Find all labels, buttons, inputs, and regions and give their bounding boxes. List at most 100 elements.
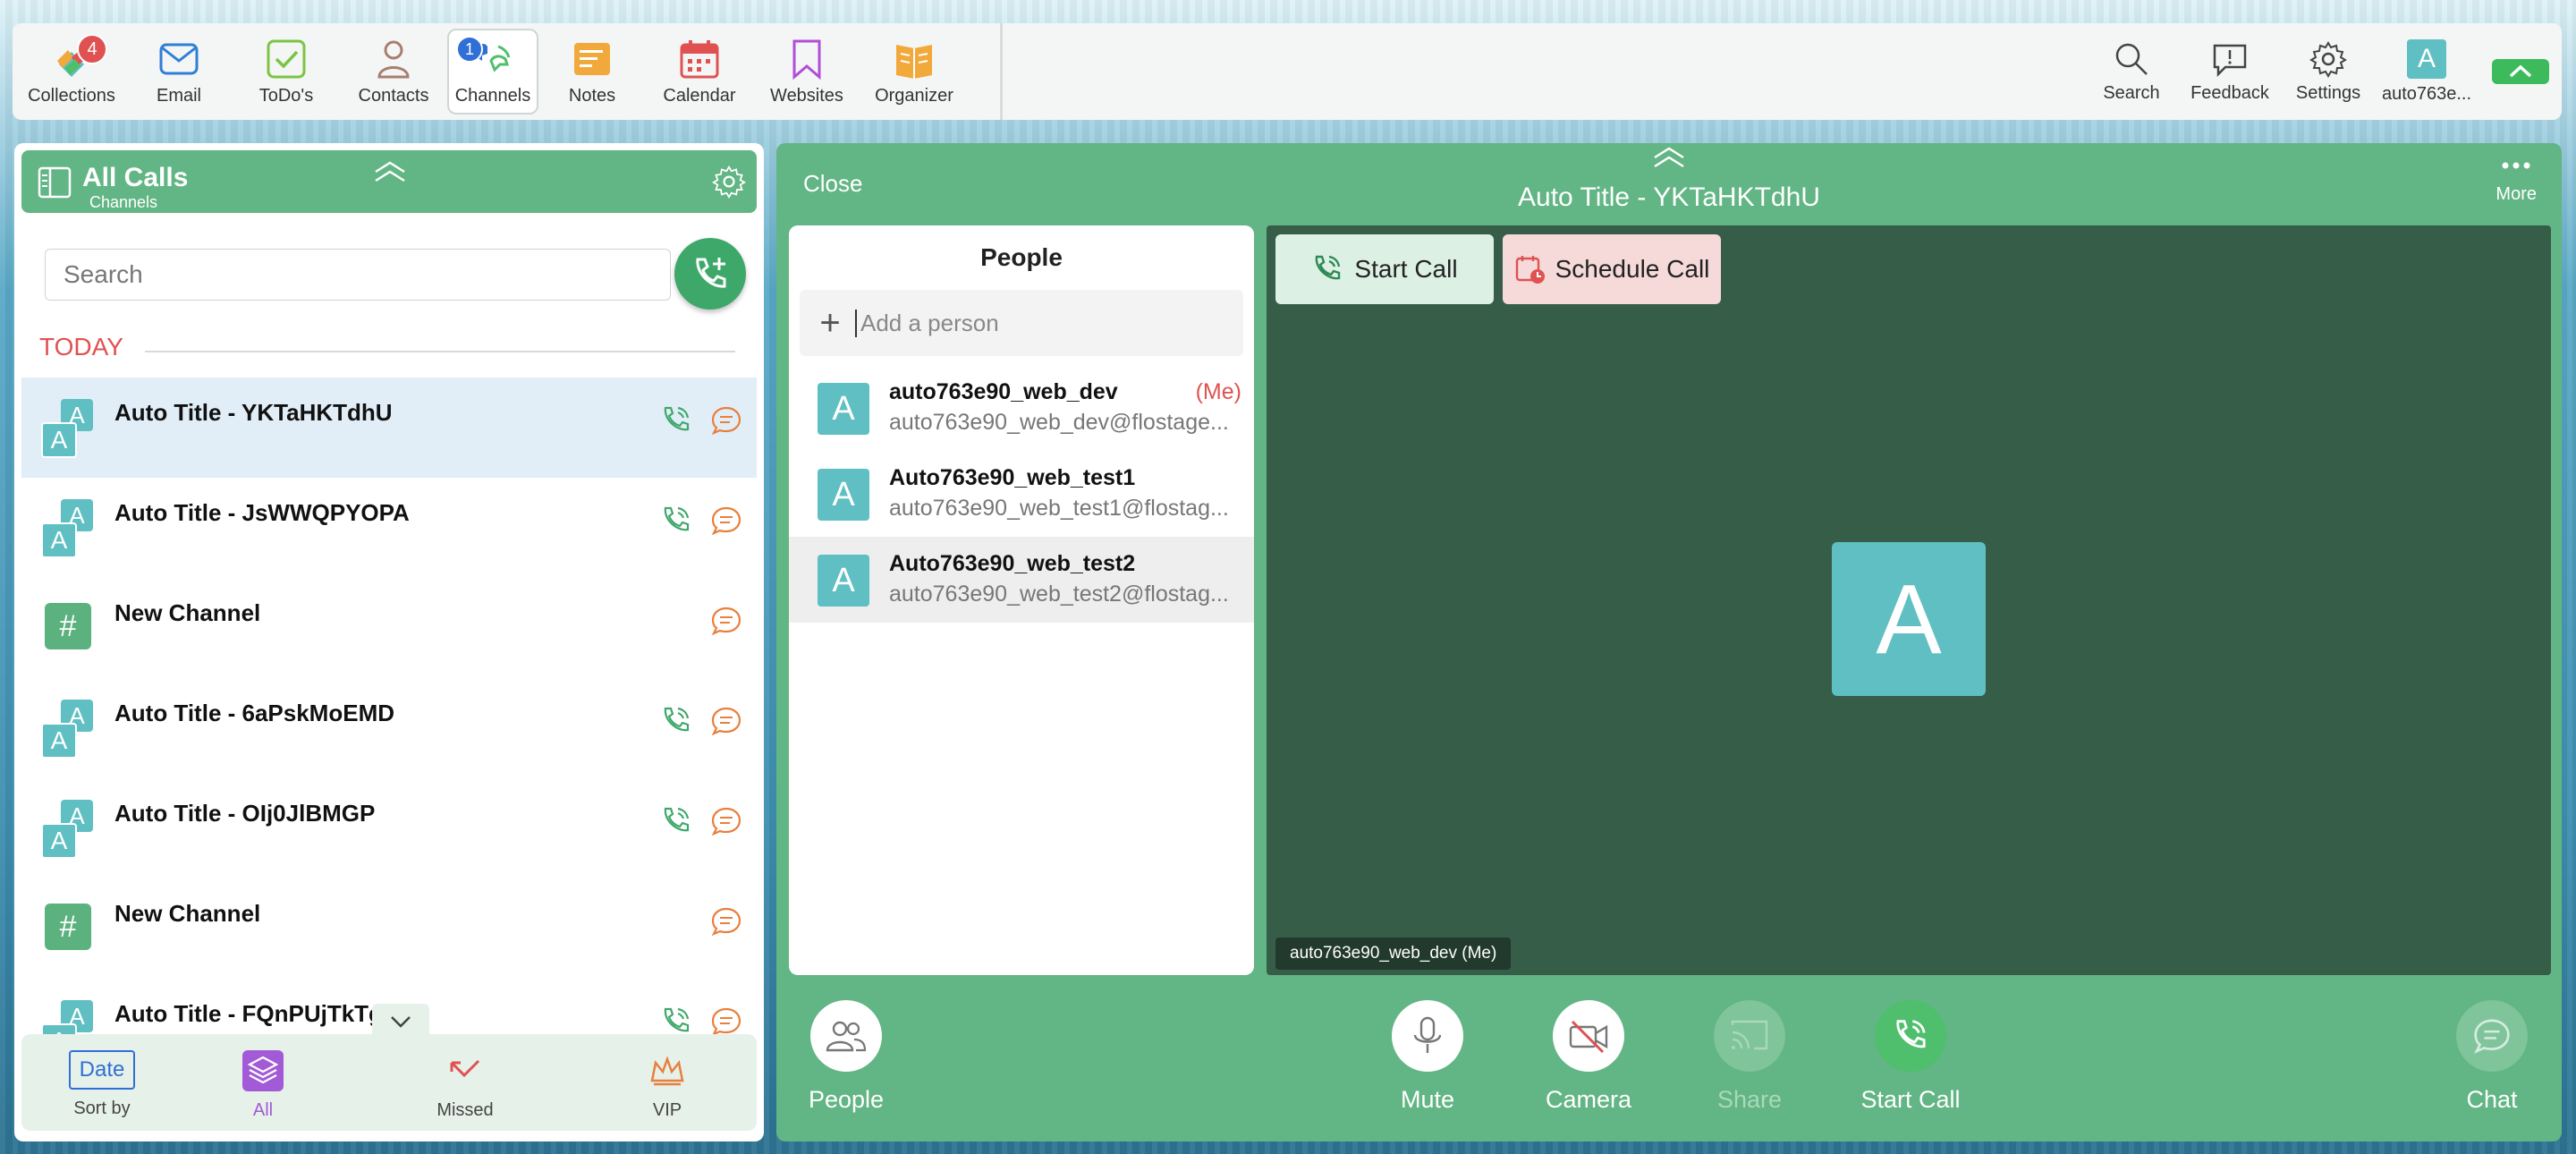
participant-name: Auto763e90_web_test1 [889,465,1136,490]
chat-icon[interactable] [710,805,742,837]
list-item[interactable]: AA Auto Title - 6aPskMoEMD [21,678,757,778]
camera-button[interactable] [1553,1000,1624,1072]
calendar-clock-icon [1515,256,1545,284]
filter-vip-label: VIP [652,1100,682,1120]
list-item-title: New Channel [114,900,261,927]
list-item[interactable]: AA Auto Title - JsWWQPYOPA [21,478,757,578]
phone-icon [1896,1020,1926,1048]
chevron-down-icon [391,1016,411,1028]
list-item-title: Auto Title - FQnPUjTkTg [114,1000,383,1027]
phone-icon[interactable] [660,404,692,437]
start-call-control[interactable]: Start Call [1852,1000,1969,1114]
people-control-button[interactable] [810,1000,882,1072]
chat-icon[interactable] [710,905,742,938]
sort-by-button[interactable]: Date Sort by [48,1050,156,1119]
sort-value: Date [69,1050,135,1090]
mute-button[interactable] [1392,1000,1463,1072]
mute-label: Mute [1400,1086,1455,1113]
phone-icon[interactable] [660,805,692,837]
channels-badge: 1 [456,36,483,63]
add-call-icon [696,258,726,288]
app-label: Websites [770,85,843,106]
section-label: TODAY [39,333,123,361]
start-call-label: Start Call [1354,255,1458,283]
people-card: People + Add a person A auto763e90_web_d… [789,225,1254,975]
app-label: Collections [28,85,115,106]
settings-button[interactable]: Settings [2279,40,2377,104]
participant-row[interactable]: A auto763e90_web_dev (Me) auto763e90_web… [789,365,1254,451]
app-organizer[interactable]: Organizer [860,29,968,115]
participant-email: auto763e90_web_test2@flostag... [889,581,1229,607]
phone-icon[interactable] [660,505,692,537]
chat-control[interactable]: Chat [2434,1000,2550,1114]
double-chevron-up-icon[interactable] [1651,145,1687,170]
list-item[interactable]: AA Auto Title - OIj0JlBMGP [21,778,757,878]
more-button[interactable]: More [2496,159,2537,205]
chat-icon[interactable] [710,1006,742,1038]
list-title: All Calls [82,163,189,192]
chat-icon[interactable] [710,505,742,537]
filter-all-button[interactable]: All [209,1050,317,1121]
gear-icon [2309,40,2347,78]
filter-vip-button[interactable]: VIP [614,1050,721,1121]
participant-row[interactable]: A Auto763e90_web_test2 auto763e90_web_te… [789,537,1254,623]
section-divider [145,351,735,352]
chat-icon[interactable] [710,404,742,437]
app-label: Calendar [663,85,736,106]
add-person-field[interactable]: + Add a person [800,290,1243,356]
app-channels[interactable]: 1 Channels [447,29,538,115]
chat-label: Chat [2466,1086,2518,1113]
filter-missed-button[interactable]: Missed [411,1050,519,1121]
app-email[interactable]: Email [125,29,233,115]
new-call-button[interactable] [674,238,746,310]
app-collections[interactable]: 4 Collections [18,29,125,115]
chat-icon[interactable] [710,605,742,637]
person-icon [377,40,410,78]
toolbar-divider [1000,23,1003,120]
app-contacts[interactable]: Contacts [340,29,447,115]
add-person-input[interactable]: Add a person [855,309,999,337]
app-label: Organizer [875,85,953,106]
search-label: Search [2103,82,2160,103]
channel-hash-icon: # [45,603,91,649]
notes-icon [574,42,610,75]
more-label: More [2496,184,2537,204]
schedule-call-label: Schedule Call [1555,255,1710,283]
double-chevron-up-icon[interactable] [372,159,408,184]
share-label: Share [1716,1086,1783,1113]
list-item[interactable]: # New Channel [21,878,757,979]
search-input[interactable]: Search [45,249,671,301]
app-notes[interactable]: Notes [538,29,646,115]
share-button[interactable] [1714,1000,1785,1072]
feedback-label: Feedback [2190,82,2269,103]
chat-icon[interactable] [710,705,742,737]
phone-icon[interactable] [660,705,692,737]
people-control[interactable]: People [788,1000,904,1114]
start-call-control-label: Start Call [1860,1086,1961,1113]
app-label: Contacts [358,85,429,106]
app-todos[interactable]: ToDo's [233,29,340,115]
list-item[interactable]: # New Channel [21,578,757,678]
mute-control[interactable]: Mute [1369,1000,1486,1114]
camera-control[interactable]: Camera [1530,1000,1647,1114]
list-item[interactable]: AA Auto Title - YKTaHKTdhU [21,378,757,478]
collapse-toolbar-button[interactable] [2492,59,2549,84]
people-icon [826,1021,867,1052]
sidebar-toggle-icon[interactable] [38,166,72,199]
gear-icon[interactable] [712,165,746,199]
app-websites[interactable]: Websites [753,29,860,115]
schedule-call-button[interactable]: Schedule Call [1503,234,1721,304]
account-avatar: A [2407,38,2446,79]
app-calendar[interactable]: Calendar [646,29,753,115]
feedback-button[interactable]: Feedback [2181,40,2279,104]
start-call-button[interactable]: Start Call [1275,234,1494,304]
list-footer: Date Sort by All Missed VIP [21,1034,757,1131]
app-label: Channels [454,85,531,106]
search-button[interactable]: Search [2082,40,2181,104]
chat-button[interactable] [2456,1000,2528,1072]
start-call-circle-button[interactable] [1875,1000,1946,1072]
phone-icon[interactable] [660,1006,692,1038]
account-button[interactable]: A auto763e... [2377,38,2476,105]
participant-row[interactable]: A Auto763e90_web_test1 auto763e90_web_te… [789,451,1254,537]
share-control[interactable]: Share [1691,1000,1808,1114]
